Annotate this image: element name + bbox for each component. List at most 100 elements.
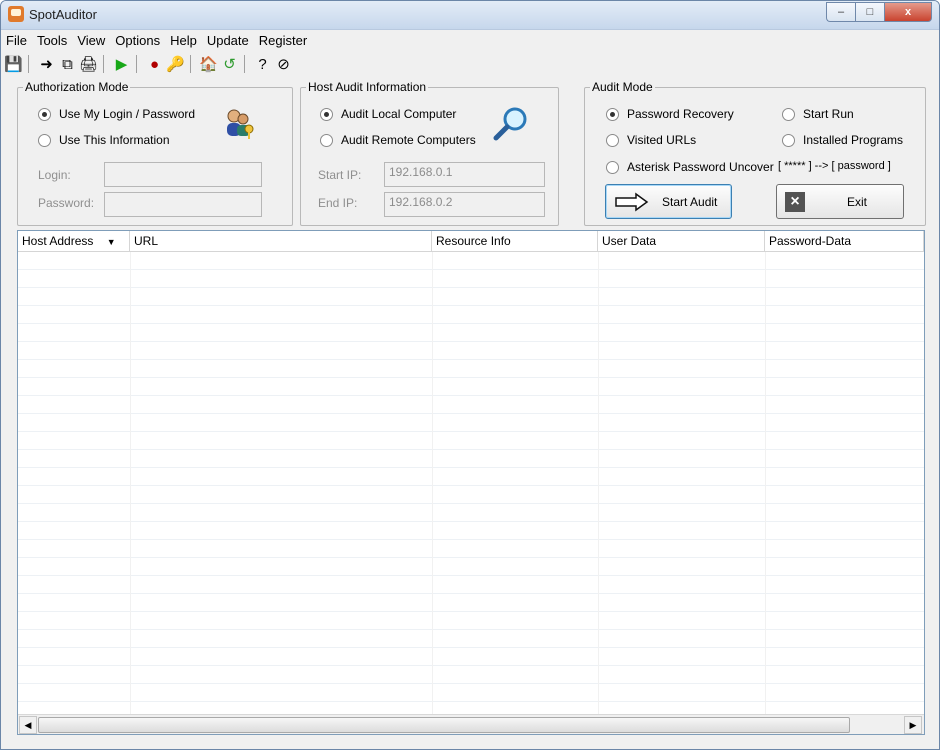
audit-mode-title: Audit Mode bbox=[590, 80, 655, 94]
menu-update[interactable]: Update bbox=[202, 33, 254, 48]
asterisk-password-radio[interactable]: Asterisk Password Uncover bbox=[606, 160, 774, 174]
scroll-thumb[interactable] bbox=[38, 717, 850, 733]
window-title: SpotAuditor bbox=[29, 7, 97, 22]
copy-icon[interactable]: ⧉ bbox=[59, 56, 76, 73]
host-address-column[interactable]: Host Address ▼ bbox=[18, 231, 130, 251]
radio-button[interactable] bbox=[782, 133, 795, 147]
login-label: Login: bbox=[38, 168, 71, 182]
key-icon[interactable]: 🔑 bbox=[166, 56, 185, 73]
table-body[interactable] bbox=[18, 252, 924, 714]
menu-view[interactable]: View bbox=[72, 33, 110, 48]
column-separator bbox=[765, 252, 766, 714]
password-data-header: Password-Data bbox=[769, 234, 852, 248]
export-icon[interactable]: ➜ bbox=[38, 56, 55, 73]
start-audit-button[interactable]: Start Audit bbox=[605, 184, 732, 219]
table-row-line bbox=[18, 683, 924, 684]
close-button[interactable]: x bbox=[884, 2, 932, 22]
help-icon[interactable]: ? bbox=[254, 56, 271, 73]
exit-button[interactable]: × Exit bbox=[776, 184, 904, 219]
table-row-line bbox=[18, 575, 924, 576]
radio-button[interactable] bbox=[320, 107, 333, 121]
table-row-line bbox=[18, 395, 924, 396]
password-label: Password: bbox=[38, 196, 95, 210]
password-recovery-radio[interactable]: Password Recovery bbox=[606, 107, 734, 121]
register-icon[interactable]: ⊘ bbox=[275, 56, 292, 73]
table-row-line bbox=[18, 269, 924, 270]
url-header: URL bbox=[134, 234, 159, 248]
record-icon[interactable]: ● bbox=[146, 56, 163, 73]
table-row-line bbox=[18, 557, 924, 558]
menu-file[interactable]: File bbox=[1, 33, 32, 48]
radio-button[interactable] bbox=[606, 107, 619, 121]
refresh-icon[interactable]: ↺ bbox=[221, 56, 238, 73]
visited-urls-label: Visited URLs bbox=[627, 133, 697, 147]
menu-bar: File Tools View Options Help Update Regi… bbox=[1, 30, 939, 50]
table-row-line bbox=[18, 665, 924, 666]
use-login-radio[interactable]: Use My Login / Password bbox=[38, 107, 195, 121]
toolbar-separator bbox=[103, 55, 104, 73]
scroll-left-button[interactable]: ◀ bbox=[19, 716, 37, 734]
audit-local-label: Audit Local Computer bbox=[341, 107, 457, 121]
asterisk-password-label: Asterisk Password Uncover bbox=[627, 160, 774, 174]
host-audit-information-title: Host Audit Information bbox=[306, 80, 429, 94]
login-field[interactable] bbox=[104, 162, 262, 187]
radio-button[interactable] bbox=[38, 107, 51, 121]
table-row-line bbox=[18, 305, 924, 306]
horizontal-scrollbar[interactable]: ◀ ▶ bbox=[18, 714, 924, 734]
minimize-button[interactable]: – bbox=[826, 2, 855, 22]
visited-urls-radio[interactable]: Visited URLs bbox=[606, 133, 696, 147]
home-icon[interactable]: 🏠 bbox=[199, 56, 218, 73]
toolbar-separator bbox=[244, 55, 245, 73]
table-row-line bbox=[18, 629, 924, 630]
play-icon[interactable]: ▶ bbox=[113, 56, 130, 73]
audit-remote-radio[interactable]: Audit Remote Computers bbox=[320, 133, 476, 147]
installed-programs-radio[interactable]: Installed Programs bbox=[782, 133, 903, 147]
menu-help[interactable]: Help bbox=[165, 33, 202, 48]
radio-button[interactable] bbox=[606, 160, 619, 174]
toolbar-separator bbox=[190, 55, 191, 73]
authorization-mode-title: Authorization Mode bbox=[23, 80, 131, 94]
table-row-line bbox=[18, 287, 924, 288]
password-field[interactable] bbox=[104, 192, 262, 217]
use-this-information-radio[interactable]: Use This Information bbox=[38, 133, 170, 147]
user-data-column[interactable]: User Data bbox=[598, 231, 765, 251]
host-audit-information-group: Host Audit Information Audit Local Compu… bbox=[300, 80, 559, 226]
radio-button[interactable] bbox=[782, 107, 795, 121]
password-data-column[interactable]: Password-Data bbox=[765, 231, 924, 251]
user-data-header: User Data bbox=[602, 234, 657, 248]
sort-desc-icon: ▼ bbox=[106, 237, 116, 247]
save-icon[interactable]: 💾 bbox=[4, 56, 23, 73]
start-ip-label: Start IP: bbox=[318, 168, 362, 182]
table-row-line bbox=[18, 647, 924, 648]
radio-button[interactable] bbox=[320, 133, 333, 147]
table-row-line bbox=[18, 359, 924, 360]
installed-programs-label: Installed Programs bbox=[803, 133, 904, 147]
results-table[interactable]: Host Address ▼ URL Resource Info User Da… bbox=[17, 230, 925, 735]
menu-tools[interactable]: Tools bbox=[32, 33, 72, 48]
authorization-mode-group: Authorization Mode Use My Login / Passwo… bbox=[17, 80, 293, 226]
menu-options[interactable]: Options bbox=[110, 33, 165, 48]
end-ip-label: End IP: bbox=[318, 196, 358, 210]
menu-register[interactable]: Register bbox=[254, 33, 312, 48]
toolbar: 💾 ➜ ⧉ 🖨 ▶ ● 🔑 🏠 ↺ ? ⊘ bbox=[1, 52, 939, 76]
table-row-line bbox=[18, 467, 924, 468]
column-separator bbox=[432, 252, 433, 714]
radio-button[interactable] bbox=[38, 133, 51, 147]
password-recovery-label: Password Recovery bbox=[627, 107, 734, 121]
audit-local-radio[interactable]: Audit Local Computer bbox=[320, 107, 456, 121]
print-icon[interactable]: 🖨 bbox=[79, 56, 98, 73]
resource-info-column[interactable]: Resource Info bbox=[432, 231, 598, 251]
url-column[interactable]: URL bbox=[130, 231, 432, 251]
arrow-right-icon bbox=[615, 192, 649, 211]
start-run-radio[interactable]: Start Run bbox=[782, 107, 854, 121]
start-ip-field[interactable]: 192.168.0.1 bbox=[384, 162, 545, 187]
radio-button[interactable] bbox=[606, 133, 619, 147]
exit-label: Exit bbox=[847, 194, 868, 209]
table-row-line bbox=[18, 323, 924, 324]
maximize-button[interactable]: □ bbox=[855, 2, 884, 22]
resource-info-header: Resource Info bbox=[436, 234, 511, 248]
toolbar-separator bbox=[136, 55, 137, 73]
end-ip-field[interactable]: 192.168.0.2 bbox=[384, 192, 545, 217]
table-row-line bbox=[18, 521, 924, 522]
scroll-right-button[interactable]: ▶ bbox=[904, 716, 922, 734]
